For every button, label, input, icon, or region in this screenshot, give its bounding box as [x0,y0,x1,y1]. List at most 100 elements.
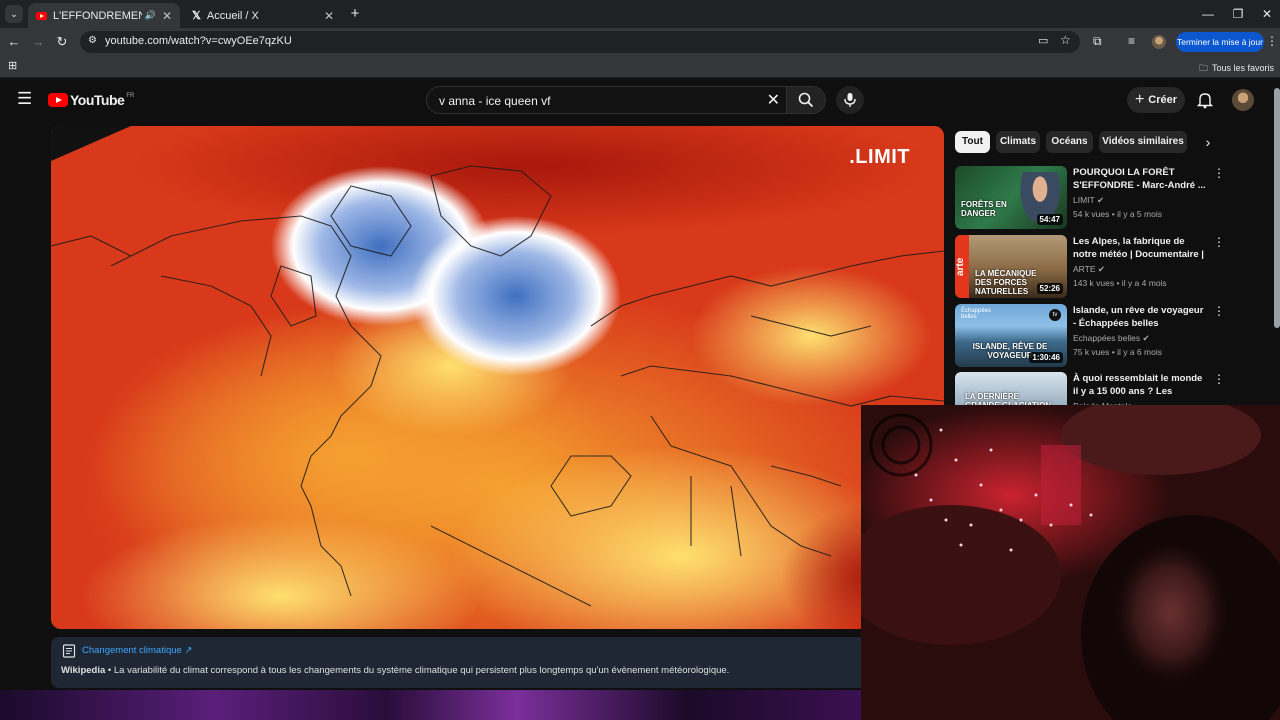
back-icon[interactable]: ← [4,32,24,52]
folder-icon: 🗀 [1198,63,1208,73]
video-player[interactable]: .LIMIT [51,126,944,629]
all-bookmarks-label: Tous les favoris [1211,63,1274,73]
maximize-icon[interactable]: ❐ [1223,4,1253,24]
extensions-icon[interactable]: ⧉ [1093,34,1102,49]
webcam-overlay [861,405,1280,720]
search-query: v anna - ice queen vf [439,94,551,108]
page-scrollbar[interactable] [1274,88,1280,328]
channel-watermark: .LIMIT [849,146,910,168]
related-video-item[interactable]: FORÊTS EN DANGER 54:47 POURQUOI LA FORÊT… [955,166,1275,230]
all-bookmarks-link[interactable]: 🗀 Tous les favoris [1199,61,1274,77]
close-tab-icon[interactable]: ✕ [324,9,334,23]
channel-label: LIMIT [1073,195,1095,205]
info-source: Wikipedia [61,665,106,676]
reading-list-icon[interactable]: ≡ [1128,34,1135,48]
video-duration: 52:26 [1036,283,1063,294]
more-options-icon[interactable]: ⋮ [1213,372,1225,386]
chevron-right-icon[interactable]: › [1198,131,1218,153]
channel-label: ARTE [1073,264,1096,274]
verified-icon: ✔ [1097,264,1106,274]
x-favicon-icon: 𝕏 [192,10,201,22]
close-tab-icon[interactable]: ✕ [162,9,172,23]
forward-icon[interactable]: → [28,32,48,52]
info-panel-title-link[interactable]: Changement climatique ↗ [82,645,192,656]
account-avatar[interactable] [1232,89,1254,111]
related-video-item[interactable]: arte LA MÉCANIQUE DES FORCES NATURELLES … [955,235,1275,299]
video-thumbnail[interactable]: Échappées belles tv ISLANDE, RÊVE DE VOY… [955,304,1067,367]
update-button[interactable]: Terminer la mise à jour [1176,32,1264,52]
channel-name[interactable]: Echappées belles ✔ [1073,333,1150,344]
hamburger-menu-icon[interactable]: ☰ [17,89,32,109]
more-options-icon[interactable]: ⋮ [1213,304,1225,318]
create-button[interactable]: + Créer [1127,87,1185,113]
video-duration: 54:47 [1036,214,1063,225]
climate-anomaly-map [51,126,944,629]
video-duration: 1:30:46 [1029,352,1063,363]
chip-climates[interactable]: Climats [996,131,1040,153]
site-info-icon[interactable]: ⚙ [88,35,97,46]
profile-avatar[interactable] [1152,35,1166,49]
chip-similar-videos[interactable]: Vidéos similaires [1099,131,1187,153]
logo-text: YouTube [70,92,125,108]
create-label: Créer [1148,94,1178,106]
chip-all[interactable]: Tout [955,131,990,153]
audio-playing-icon[interactable]: 🔊 [145,10,156,21]
voice-search-button[interactable] [836,86,864,114]
info-text: • La variabilité du climat correspond à … [105,665,730,676]
youtube-header: ☰ YouTube FR v anna - ice queen vf ✕ + C… [0,78,1280,122]
video-meta: 143 k vues • il y a 4 mois [1073,278,1167,288]
tab-title: L'EFFONDREMENT DE L'AM [53,9,142,22]
verified-icon: ✔ [1096,195,1105,205]
search-icon [798,92,814,108]
search-input[interactable]: v anna - ice queen vf ✕ [426,86,788,114]
tab-youtube[interactable]: L'EFFONDREMENT DE L'AM 🔊 ✕ [28,3,180,28]
info-panel[interactable]: Changement climatique ↗ Wikipedia • La v… [51,637,944,688]
page-below-content [0,690,861,720]
search-button[interactable] [786,86,826,114]
youtube-play-icon [48,93,68,107]
browser-tab-strip: ⌄ L'EFFONDREMENT DE L'AM 🔊 ✕ 𝕏 Accueil /… [0,0,1280,28]
chip-oceans[interactable]: Océans [1046,131,1093,153]
reload-icon[interactable]: ↻ [52,32,72,52]
more-options-icon[interactable]: ⋮ [1213,235,1225,249]
video-title[interactable]: POURQUOI LA FORÊT S'EFFONDRE - Marc-Andr… [1073,166,1208,192]
close-window-icon[interactable]: ✕ [1252,4,1280,24]
more-options-icon[interactable]: ⋮ [1213,166,1225,180]
clear-search-icon[interactable]: ✕ [767,90,780,110]
url-text: youtube.com/watch?v=cwyOEe7qzKU [105,35,292,47]
tab-x[interactable]: 𝕏 Accueil / X ✕ [184,3,342,28]
article-icon [62,644,76,658]
notifications-bell-icon[interactable] [1197,91,1213,109]
plus-icon: + [1134,91,1145,108]
thumbnail-text: FORÊTS EN DANGER [961,200,1007,218]
microphone-icon [844,93,856,107]
channel-label: Echappées belles [1073,333,1141,343]
tab-search-button[interactable]: ⌄ [5,5,23,23]
webcam-feed [861,405,1280,720]
bookmarks-bar: ⊞ 🗀 Tous les favoris [0,56,1280,78]
video-title[interactable]: Les Alpes, la fabrique de notre météo | … [1073,235,1208,262]
browser-toolbar: ← → ↻ ⚙ youtube.com/watch?v=cwyOEe7qzKU … [0,28,1280,56]
channel-name[interactable]: ARTE ✔ [1073,264,1105,275]
channel-name[interactable]: LIMIT ✔ [1073,195,1104,206]
youtube-logo[interactable]: YouTube FR [48,92,134,108]
chrome-menu-icon[interactable]: ⋮ [1266,34,1278,48]
thumbnail-logo: Échappées belles [961,308,992,320]
tab-title: Accueil / X [206,9,259,22]
video-thumbnail[interactable]: FORÊTS EN DANGER 54:47 [955,166,1067,229]
apps-grid-icon[interactable]: ⊞ [8,59,17,72]
video-title[interactable]: Islande, un rêve de voyageur - Échappées… [1073,304,1208,330]
cast-icon[interactable]: ▭ [1038,34,1048,47]
video-meta: 54 k vues • il y a 5 mois [1073,209,1162,219]
minimize-icon[interactable]: — [1193,4,1223,24]
new-tab-button[interactable]: + [346,5,364,23]
related-video-item[interactable]: Échappées belles tv ISLANDE, RÊVE DE VOY… [955,304,1275,368]
youtube-favicon-icon [36,11,47,20]
bookmark-star-icon[interactable]: ☆ [1060,33,1071,47]
video-thumbnail[interactable]: arte LA MÉCANIQUE DES FORCES NATURELLES … [955,235,1067,298]
info-panel-title: Changement climatique [82,645,182,656]
video-title[interactable]: À quoi ressemblait le monde il y a 15 00… [1073,372,1208,399]
region-code: FR [126,92,135,99]
video-meta: 75 k vues • il y a 6 mois [1073,347,1162,357]
address-bar[interactable]: ⚙ youtube.com/watch?v=cwyOEe7qzKU ▭ ☆ [80,31,1080,53]
